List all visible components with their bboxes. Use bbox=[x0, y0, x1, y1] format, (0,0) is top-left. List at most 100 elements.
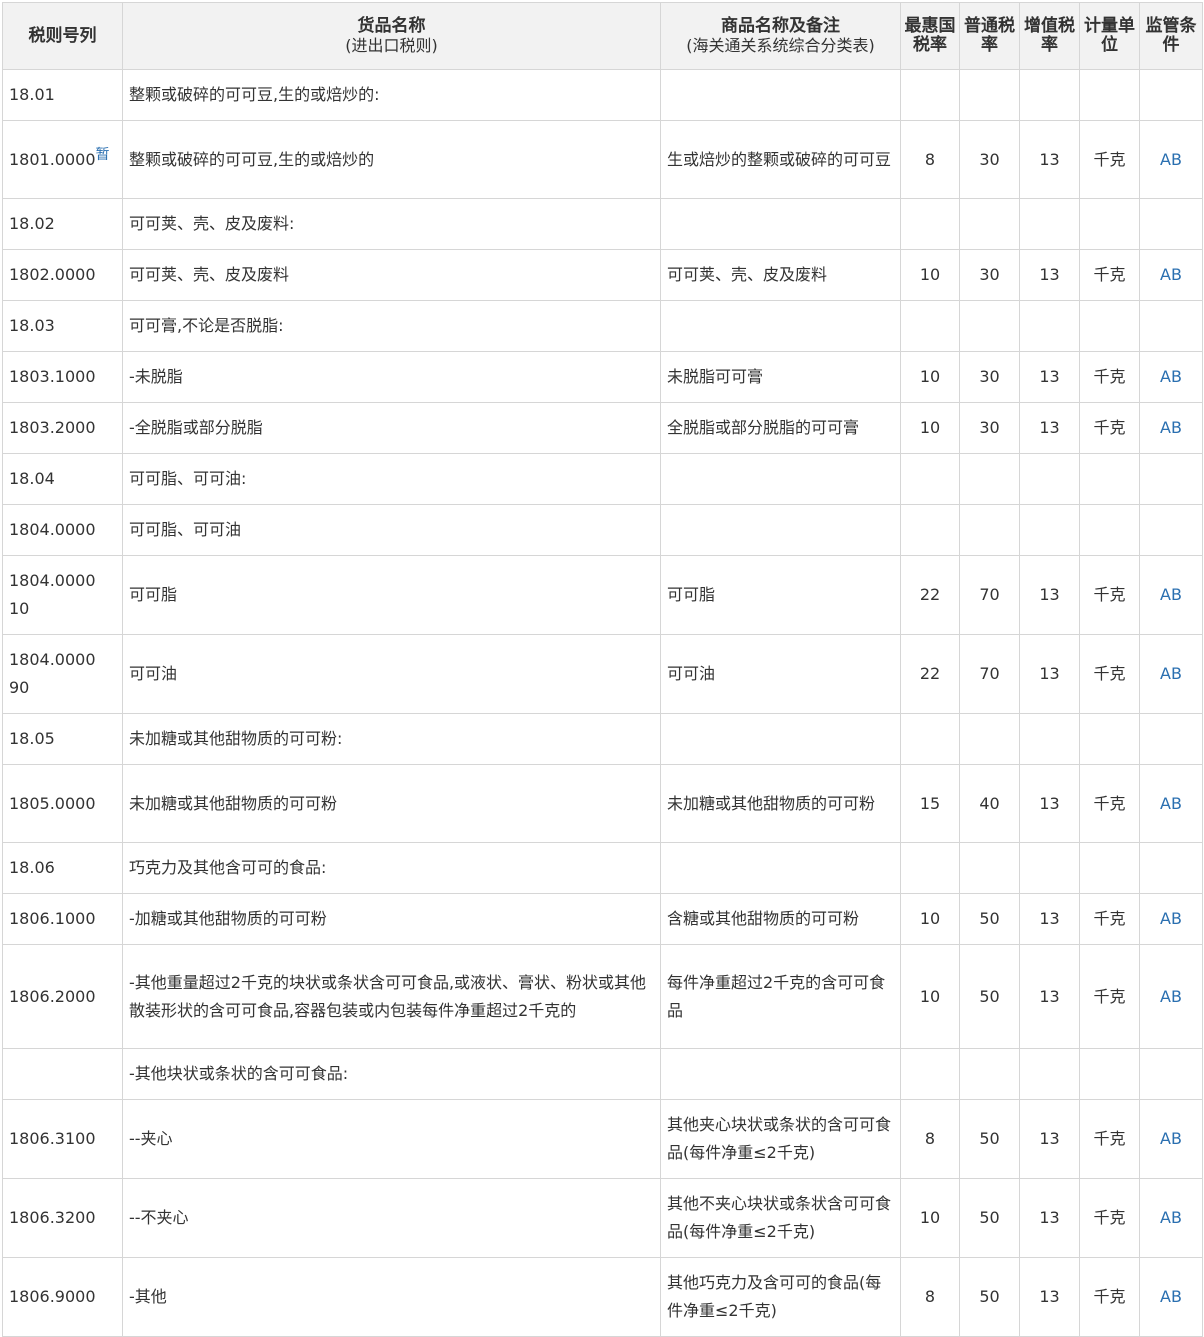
cell-condition-link[interactable]: AB bbox=[1139, 1099, 1203, 1179]
header-code: 税则号列 bbox=[2, 2, 123, 70]
cell-general bbox=[959, 842, 1020, 894]
cell-general bbox=[959, 453, 1020, 505]
cell-code: 1804.0000 90 bbox=[2, 634, 123, 714]
cell-condition-link[interactable]: AB bbox=[1139, 555, 1203, 635]
cell-code: 1803.1000 bbox=[2, 351, 123, 403]
cell-condition-link[interactable] bbox=[1139, 300, 1203, 352]
cell-note: 未脱脂可可膏 bbox=[660, 351, 901, 403]
tariff-table: 税则号列 货品名称 (进出口税则) 商品名称及备注 (海关通关系统综合分类表) 最惠… bbox=[2, 2, 1203, 1337]
cell-code: 18.01 bbox=[2, 69, 123, 121]
cell-name: -加糖或其他甜物质的可可粉 bbox=[122, 893, 661, 945]
cell-vat bbox=[1019, 69, 1080, 121]
cell-note bbox=[660, 842, 901, 894]
cell-note: 含糖或其他甜物质的可可粉 bbox=[660, 893, 901, 945]
cell-mfn: 8 bbox=[900, 1257, 960, 1337]
header-regulatory-condition: 监管条件 bbox=[1139, 2, 1203, 70]
cell-name: -全脱脂或部分脱脂 bbox=[122, 402, 661, 454]
cell-note bbox=[660, 504, 901, 556]
cell-unit: 千克 bbox=[1079, 351, 1140, 403]
cell-condition-link[interactable] bbox=[1139, 453, 1203, 505]
cell-code: 18.03 bbox=[2, 300, 123, 352]
cell-code: 1806.1000 bbox=[2, 893, 123, 945]
cell-vat: 13 bbox=[1019, 764, 1080, 843]
cell-note: 可可荚、壳、皮及废料 bbox=[660, 249, 901, 301]
cell-code: 18.02 bbox=[2, 198, 123, 250]
header-mfn-rate: 最惠国税率 bbox=[900, 2, 960, 70]
cell-note bbox=[660, 69, 901, 121]
cell-code: 18.04 bbox=[2, 453, 123, 505]
cell-condition-link[interactable] bbox=[1139, 69, 1203, 121]
cell-code: 1801.0000暂 bbox=[2, 120, 123, 199]
cell-condition-link[interactable]: AB bbox=[1139, 351, 1203, 403]
cell-name: --不夹心 bbox=[122, 1178, 661, 1258]
cell-condition-link[interactable]: AB bbox=[1139, 120, 1203, 199]
cell-unit bbox=[1079, 300, 1140, 352]
header-goods-name: 货品名称 (进出口税则) bbox=[122, 2, 661, 70]
cell-name: -其他重量超过2千克的块状或条状含可可食品,或液状、膏状、粉状或其他散装形状的含… bbox=[122, 944, 661, 1049]
cell-condition-link[interactable]: AB bbox=[1139, 764, 1203, 843]
cell-name: 可可荚、壳、皮及废料: bbox=[122, 198, 661, 250]
cell-condition-link[interactable] bbox=[1139, 198, 1203, 250]
cell-general: 40 bbox=[959, 764, 1020, 843]
table-row: 1806.9000 -其他 其他巧克力及含可可的食品(每件净重≤2千克) 8 5… bbox=[2, 1257, 1203, 1337]
cell-mfn: 22 bbox=[900, 555, 960, 635]
cell-general: 30 bbox=[959, 120, 1020, 199]
cell-unit: 千克 bbox=[1079, 1178, 1140, 1258]
table-row: 18.04 可可脂、可可油: bbox=[2, 453, 1203, 505]
table-row: 1804.0000 10 可可脂 可可脂 22 70 13 千克 AB bbox=[2, 555, 1203, 635]
table-row: 1803.2000 -全脱脂或部分脱脂 全脱脂或部分脱脂的可可膏 10 30 1… bbox=[2, 402, 1203, 454]
cell-vat bbox=[1019, 713, 1080, 765]
cell-condition-link[interactable]: AB bbox=[1139, 1257, 1203, 1337]
cell-vat: 13 bbox=[1019, 1178, 1080, 1258]
cell-note: 可可油 bbox=[660, 634, 901, 714]
cell-unit: 千克 bbox=[1079, 634, 1140, 714]
table-row: 1806.1000 -加糖或其他甜物质的可可粉 含糖或其他甜物质的可可粉 10 … bbox=[2, 893, 1203, 945]
code-text: 1801.0000 bbox=[9, 149, 96, 169]
cell-vat: 13 bbox=[1019, 1257, 1080, 1337]
cell-mfn: 8 bbox=[900, 120, 960, 199]
cell-condition-link[interactable]: AB bbox=[1139, 1178, 1203, 1258]
header-general-rate: 普通税率 bbox=[959, 2, 1020, 70]
cell-condition-link[interactable]: AB bbox=[1139, 402, 1203, 454]
cell-vat bbox=[1019, 300, 1080, 352]
provisional-rate-link[interactable]: 暂 bbox=[96, 147, 110, 163]
cell-condition-link[interactable] bbox=[1139, 504, 1203, 556]
cell-condition-link[interactable] bbox=[1139, 1048, 1203, 1100]
header-commodity-note: 商品名称及备注 (海关通关系统综合分类表) bbox=[660, 2, 901, 70]
cell-name: 未加糖或其他甜物质的可可粉: bbox=[122, 713, 661, 765]
cell-mfn: 10 bbox=[900, 351, 960, 403]
header-unit: 计量单位 bbox=[1079, 2, 1140, 70]
cell-vat bbox=[1019, 504, 1080, 556]
cell-condition-link[interactable] bbox=[1139, 842, 1203, 894]
cell-name: 可可油 bbox=[122, 634, 661, 714]
cell-name: 整颗或破碎的可可豆,生的或焙炒的: bbox=[122, 69, 661, 121]
cell-condition-link[interactable]: AB bbox=[1139, 944, 1203, 1049]
header-vat-rate: 增值税率 bbox=[1019, 2, 1080, 70]
cell-mfn bbox=[900, 300, 960, 352]
cell-mfn bbox=[900, 1048, 960, 1100]
cell-code: 18.06 bbox=[2, 842, 123, 894]
cell-condition-link[interactable]: AB bbox=[1139, 249, 1203, 301]
cell-general bbox=[959, 713, 1020, 765]
cell-mfn bbox=[900, 504, 960, 556]
cell-condition-link[interactable]: AB bbox=[1139, 634, 1203, 714]
table-row: 18.03 可可膏,不论是否脱脂: bbox=[2, 300, 1203, 352]
table-row: 1801.0000暂 整颗或破碎的可可豆,生的或焙炒的 生或焙炒的整颗或破碎的可… bbox=[2, 120, 1203, 199]
cell-note bbox=[660, 198, 901, 250]
cell-condition-link[interactable]: AB bbox=[1139, 893, 1203, 945]
cell-code bbox=[2, 1048, 123, 1100]
cell-name: 可可脂 bbox=[122, 555, 661, 635]
table-row: 18.02 可可荚、壳、皮及废料: bbox=[2, 198, 1203, 250]
cell-vat: 13 bbox=[1019, 1099, 1080, 1179]
table-row: 1804.0000 可可脂、可可油 bbox=[2, 504, 1203, 556]
cell-vat: 13 bbox=[1019, 944, 1080, 1049]
cell-mfn bbox=[900, 69, 960, 121]
cell-code: 18.05 bbox=[2, 713, 123, 765]
cell-condition-link[interactable] bbox=[1139, 713, 1203, 765]
cell-note: 生或焙炒的整颗或破碎的可可豆 bbox=[660, 120, 901, 199]
cell-code: 1805.0000 bbox=[2, 764, 123, 843]
cell-general: 50 bbox=[959, 893, 1020, 945]
cell-mfn bbox=[900, 842, 960, 894]
cell-note bbox=[660, 1048, 901, 1100]
cell-note: 可可脂 bbox=[660, 555, 901, 635]
